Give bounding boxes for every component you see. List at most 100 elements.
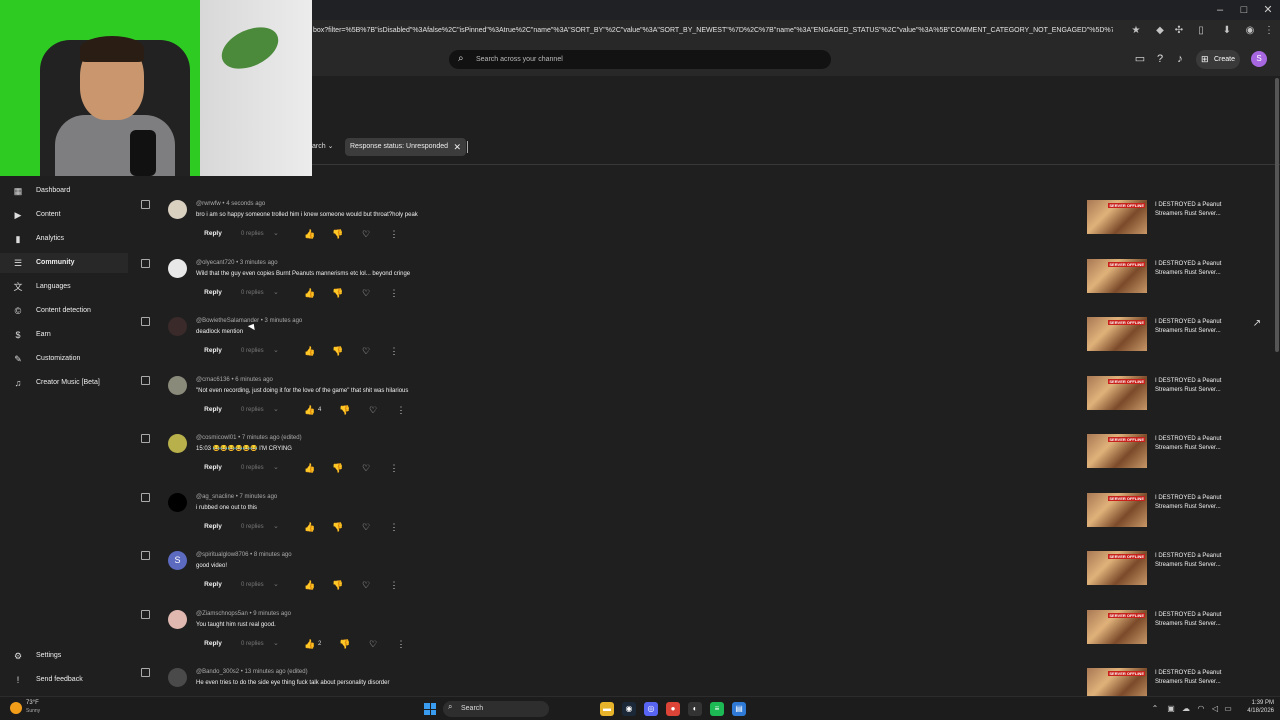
start-button[interactable] bbox=[424, 703, 436, 715]
weather-description[interactable]: Sunny bbox=[26, 708, 40, 714]
extensions-puzzle-icon[interactable]: ✣ bbox=[1172, 24, 1186, 38]
select-checkbox[interactable] bbox=[141, 434, 150, 443]
replies-count[interactable]: 0 replies bbox=[241, 286, 264, 300]
browser-menu-icon[interactable]: ⋮ bbox=[1262, 24, 1276, 38]
heart-icon[interactable]: ♡ bbox=[360, 286, 372, 300]
weather-sun-icon[interactable] bbox=[10, 702, 22, 714]
commenter-avatar[interactable] bbox=[168, 609, 187, 629]
search-filter-chip[interactable]: arch ⌄ bbox=[312, 138, 333, 156]
select-checkbox[interactable] bbox=[141, 609, 150, 619]
comment-author-time[interactable]: @spiritualglow8706 • 8 minutes ago bbox=[196, 551, 292, 560]
battery-icon[interactable]: ▭ bbox=[1223, 703, 1233, 715]
tray-app-icon[interactable]: ▣ bbox=[1166, 703, 1176, 715]
clock-time[interactable]: 1:39 PM bbox=[1244, 700, 1274, 706]
tray-chevron-up-icon[interactable]: ⌃ bbox=[1150, 703, 1160, 715]
comment-author-time[interactable]: @ag_snacline • 7 minutes ago bbox=[196, 493, 277, 502]
sidebar-item-analytics[interactable]: ▮ Analytics bbox=[0, 229, 128, 249]
channel-search-box[interactable]: ⌕ Search across your channel bbox=[449, 50, 831, 69]
chrome-icon[interactable]: ● bbox=[666, 702, 680, 716]
select-checkbox[interactable] bbox=[141, 492, 150, 502]
video-thumbnail[interactable]: SERVER OFFLINE bbox=[1087, 200, 1147, 234]
thumbs-up-icon[interactable]: 👍 bbox=[304, 637, 316, 651]
notifications-bell-icon[interactable]: ♪ bbox=[1173, 52, 1187, 66]
profile-icon[interactable]: ◉ bbox=[1243, 24, 1257, 38]
sidebar-item-customization[interactable]: ✎ Customization bbox=[0, 349, 128, 369]
sidebar-item-community[interactable]: ☰ Community bbox=[0, 253, 128, 273]
more-options-icon[interactable]: ⋮ bbox=[388, 227, 400, 241]
account-avatar[interactable]: S bbox=[1251, 51, 1267, 67]
thumbs-up-icon[interactable]: 👍 bbox=[304, 286, 316, 300]
thumbs-up-icon[interactable]: 👍 bbox=[304, 227, 316, 241]
maximize-button[interactable]: □ bbox=[1232, 2, 1256, 18]
close-window-button[interactable]: ✕ bbox=[1256, 2, 1280, 18]
heart-icon[interactable]: ♡ bbox=[367, 403, 379, 417]
video-title[interactable]: I DESTROYED a Peanut Streamers Rust Serv… bbox=[1155, 669, 1233, 687]
more-options-icon[interactable]: ⋮ bbox=[388, 520, 400, 534]
bookmark-star-icon[interactable]: ★ bbox=[1129, 24, 1143, 38]
sidebar-item-dashboard[interactable]: ▦ Dashboard bbox=[0, 181, 128, 201]
reply-button[interactable]: Reply bbox=[198, 403, 228, 417]
thumbs-up-icon[interactable]: 👍 bbox=[304, 344, 316, 358]
video-title[interactable]: I DESTROYED a Peanut Streamers Rust Serv… bbox=[1155, 260, 1233, 278]
taskbar-search[interactable]: ⌕ Search bbox=[443, 701, 549, 717]
heart-icon[interactable]: ♡ bbox=[360, 344, 372, 358]
search-input[interactable]: Search across your channel bbox=[476, 53, 563, 66]
more-options-icon[interactable]: ⋮ bbox=[388, 344, 400, 358]
open-external-arrow-icon[interactable]: ↗ bbox=[1251, 318, 1263, 330]
chevron-down-icon[interactable]: ⌄ bbox=[273, 578, 279, 592]
thumbs-down-icon[interactable]: 👎 bbox=[339, 637, 351, 651]
thumbs-up-icon[interactable]: 👍 bbox=[304, 403, 316, 417]
sidebar-item-content-detection[interactable]: © Content detection bbox=[0, 301, 128, 321]
replies-count[interactable]: 0 replies bbox=[241, 344, 264, 358]
thumbs-down-icon[interactable]: 👎 bbox=[332, 344, 344, 358]
thumbs-down-icon[interactable]: 👎 bbox=[339, 403, 351, 417]
replies-count[interactable]: 0 replies bbox=[241, 520, 264, 534]
help-icon[interactable]: ? bbox=[1153, 52, 1167, 66]
thumbs-up-icon[interactable]: 👍 bbox=[304, 461, 316, 475]
wifi-icon[interactable]: ◠ bbox=[1196, 703, 1206, 715]
select-checkbox[interactable] bbox=[141, 551, 150, 560]
notepad-icon[interactable]: ▤ bbox=[732, 702, 746, 716]
select-checkbox[interactable] bbox=[141, 668, 150, 677]
heart-icon[interactable]: ♡ bbox=[360, 578, 372, 592]
video-title[interactable]: I DESTROYED a Peanut Streamers Rust Serv… bbox=[1155, 611, 1233, 629]
comment-author-time[interactable]: @cmac6136 • 6 minutes ago bbox=[196, 376, 273, 385]
reply-button[interactable]: Reply bbox=[198, 286, 228, 300]
replies-count[interactable]: 0 replies bbox=[241, 227, 264, 241]
heart-icon[interactable]: ♡ bbox=[360, 520, 372, 534]
response-status-chip[interactable]: Response status: Unresponded ✕ bbox=[345, 138, 467, 156]
chevron-down-icon[interactable]: ⌄ bbox=[273, 286, 279, 300]
discord-icon[interactable]: ◎ bbox=[644, 702, 658, 716]
video-thumbnail[interactable]: SERVER OFFLINE bbox=[1087, 668, 1147, 696]
comment-author-time[interactable]: @rwrwfw • 4 seconds ago bbox=[196, 200, 265, 209]
obs-icon[interactable]: ◐ bbox=[688, 702, 702, 716]
commenter-avatar[interactable] bbox=[168, 668, 187, 687]
video-title[interactable]: I DESTROYED a Peanut Streamers Rust Serv… bbox=[1155, 494, 1233, 512]
download-icon[interactable]: ⬇ bbox=[1220, 24, 1234, 38]
sidebar-item-languages[interactable]: 文 Languages bbox=[0, 277, 128, 297]
reply-button[interactable]: Reply bbox=[198, 637, 228, 651]
more-options-icon[interactable]: ⋮ bbox=[388, 578, 400, 592]
heart-icon[interactable]: ♡ bbox=[360, 227, 372, 241]
video-title[interactable]: I DESTROYED a Peanut Streamers Rust Serv… bbox=[1155, 318, 1233, 336]
video-thumbnail[interactable]: SERVER OFFLINE bbox=[1087, 317, 1147, 351]
commenter-avatar[interactable] bbox=[168, 200, 187, 219]
chevron-down-icon[interactable]: ⌄ bbox=[273, 461, 279, 475]
commenter-avatar[interactable] bbox=[168, 492, 187, 512]
comment-author-time[interactable]: @cosmicowl01 • 7 minutes ago (edited) bbox=[196, 434, 302, 443]
more-options-icon[interactable]: ⋮ bbox=[388, 461, 400, 475]
sidebar-item-settings[interactable]: ⚙ Settings bbox=[0, 646, 128, 666]
sidebar-item-creator-music-beta[interactable]: ♫ Creator Music [Beta] bbox=[0, 373, 128, 393]
commenter-avatar[interactable] bbox=[168, 375, 187, 395]
video-thumbnail[interactable]: SERVER OFFLINE bbox=[1087, 375, 1147, 410]
reply-button[interactable]: Reply bbox=[198, 344, 228, 358]
url-text[interactable]: box?filter=%5B%7B"isDisabled"%3Afalse%2C… bbox=[313, 24, 1113, 38]
more-options-icon[interactable]: ⋮ bbox=[395, 637, 407, 651]
thumbs-down-icon[interactable]: 👎 bbox=[332, 227, 344, 241]
commenter-avatar[interactable] bbox=[168, 317, 187, 336]
chevron-down-icon[interactable]: ⌄ bbox=[273, 637, 279, 651]
video-thumbnail[interactable]: SERVER OFFLINE bbox=[1087, 492, 1147, 527]
video-title[interactable]: I DESTROYED a Peanut Streamers Rust Serv… bbox=[1155, 201, 1233, 219]
video-thumbnail[interactable]: SERVER OFFLINE bbox=[1087, 609, 1147, 644]
select-checkbox[interactable] bbox=[141, 317, 150, 326]
